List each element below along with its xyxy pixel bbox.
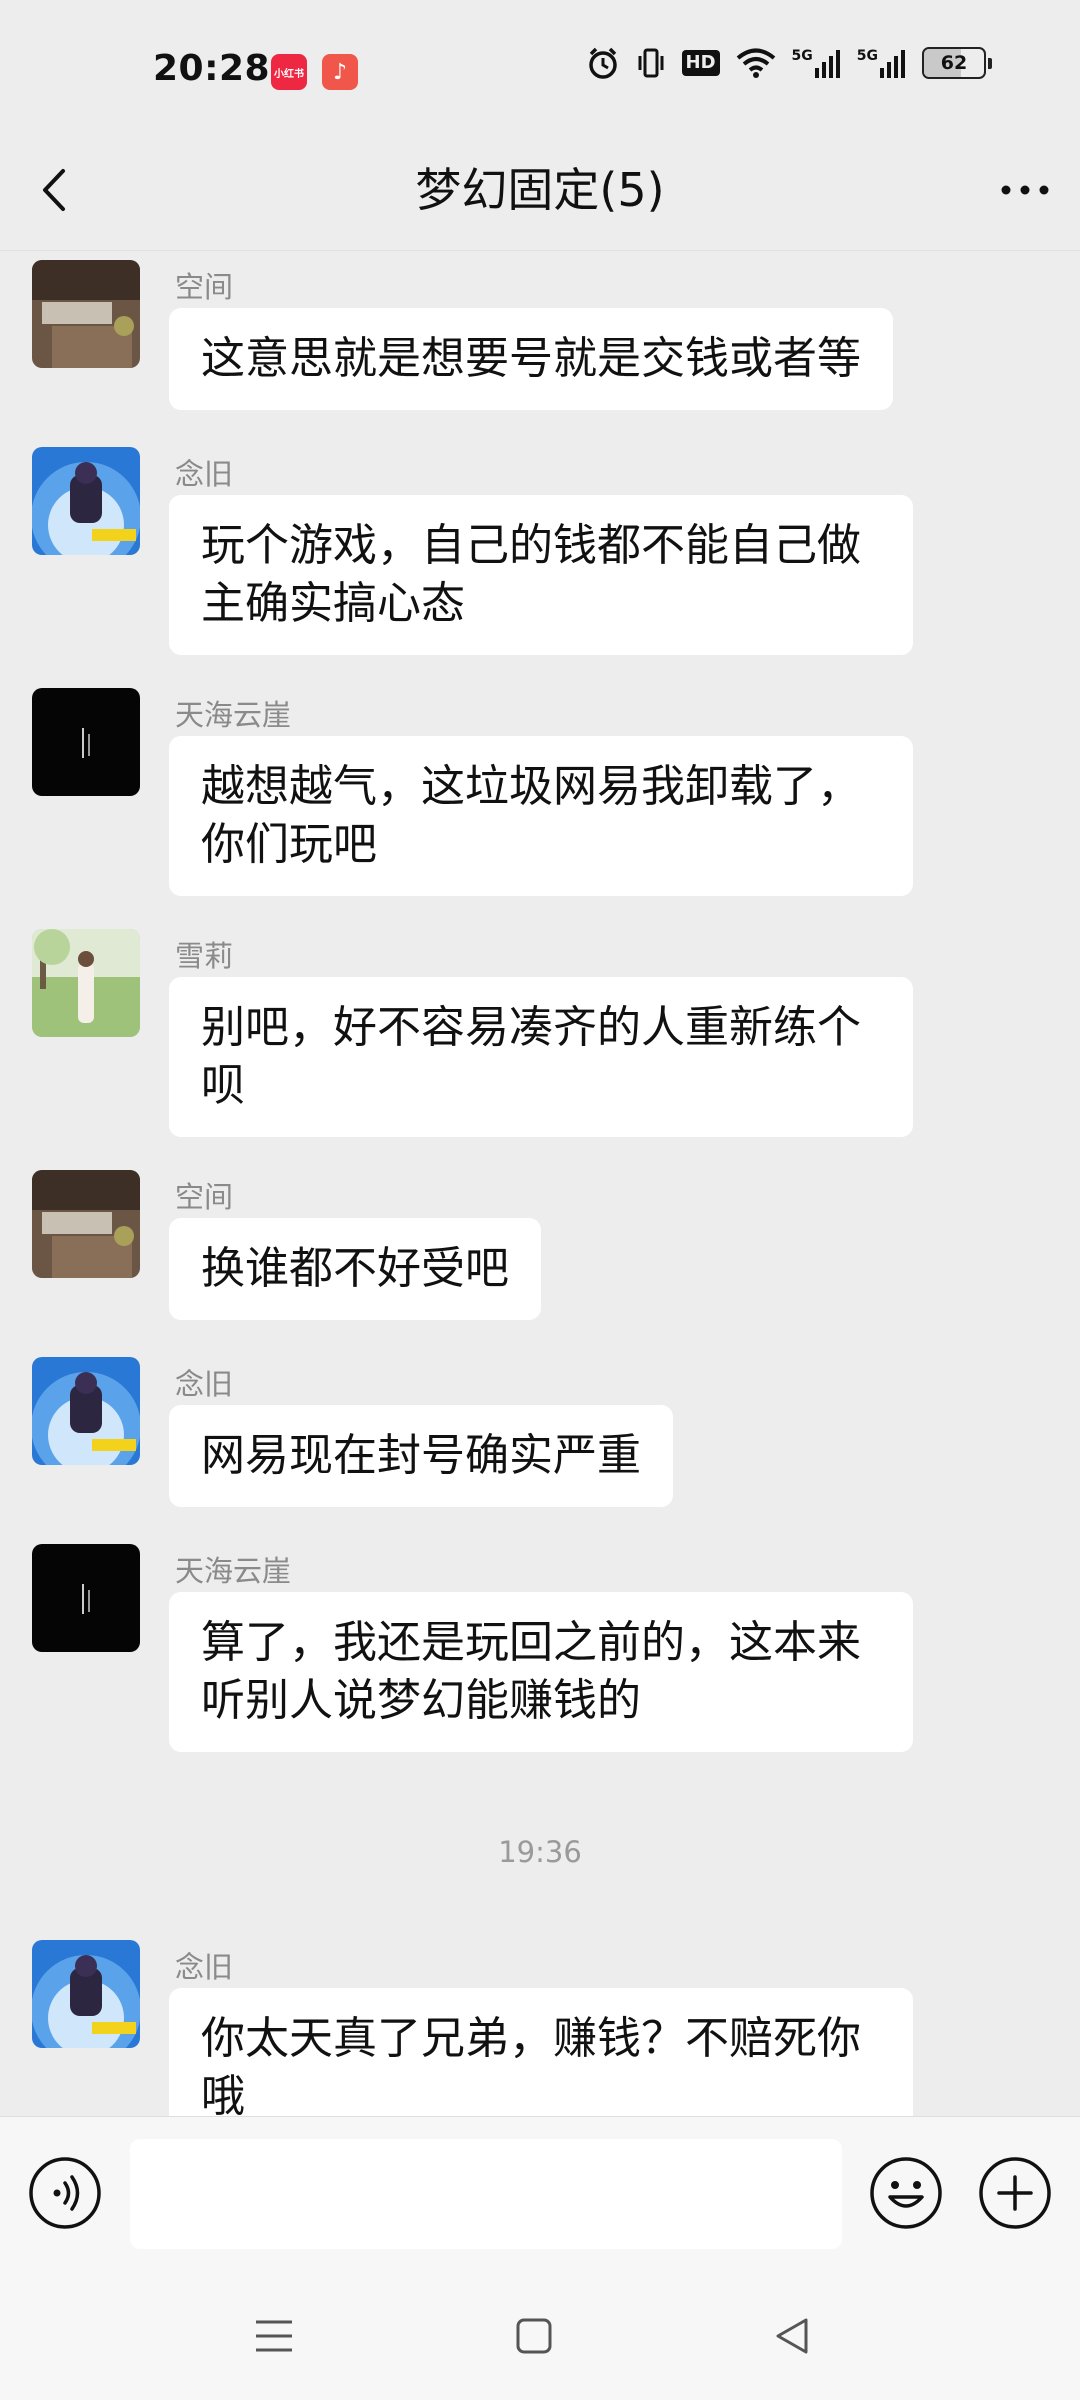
home-button[interactable] <box>494 2296 574 2376</box>
more-dots-icon <box>1001 185 1049 195</box>
status-time: 20:28 <box>153 48 271 89</box>
sender-name: 空间 <box>175 1180 234 1214</box>
avatar[interactable] <box>32 1544 140 1652</box>
sender-name: 空间 <box>175 270 234 304</box>
wifi-icon <box>736 48 775 78</box>
xiaohongshu-app-icon: 小红书 <box>271 54 307 90</box>
system-back-button[interactable] <box>752 2296 832 2376</box>
chat-header: 梦幻固定(5) <box>0 130 1080 251</box>
message-bubble[interactable]: 这意思就是想要号就是交钱或者等 <box>169 308 893 410</box>
message-bubble[interactable]: 换谁都不好受吧 <box>169 1218 541 1320</box>
status-bar: 20:28 小红书 ♪ HD 5G 5G 62 <box>0 0 1080 130</box>
smiley-icon <box>870 2157 942 2229</box>
sender-name: 念旧 <box>175 1367 234 1401</box>
avatar[interactable] <box>32 1357 140 1465</box>
more-functions-button[interactable] <box>977 2155 1053 2231</box>
avatar[interactable] <box>32 688 140 796</box>
avatar[interactable] <box>32 1170 140 1278</box>
back-triangle-icon <box>776 2318 808 2354</box>
emoji-button[interactable] <box>868 2155 944 2231</box>
more-options-button[interactable] <box>990 155 1060 225</box>
status-icons: HD 5G 5G 62 <box>586 46 992 80</box>
network-type-label: 5G <box>791 48 813 64</box>
sender-name: 天海云崖 <box>175 698 292 732</box>
hd-voice-icon: HD <box>681 50 720 76</box>
avatar[interactable] <box>32 929 140 1037</box>
message-bubble[interactable]: 网易现在封号确实严重 <box>169 1405 673 1507</box>
input-bar <box>0 2116 1080 2273</box>
system-nav-bar <box>0 2272 1080 2400</box>
message-bubble[interactable]: 你太天真了兄弟，赚钱？不赔死你哦 <box>169 1988 913 2116</box>
sender-name: 念旧 <box>175 457 234 491</box>
sender-name: 天海云崖 <box>175 1554 292 1588</box>
voice-input-button[interactable] <box>27 2155 103 2231</box>
signal-1: 5G <box>792 48 841 78</box>
recent-apps-button[interactable] <box>234 2296 314 2376</box>
plus-icon <box>979 2157 1051 2229</box>
time-divider: 19:36 <box>498 1835 582 1869</box>
avatar[interactable] <box>32 260 140 368</box>
battery-indicator: 62 <box>922 47 992 79</box>
signal-bars-icon <box>814 50 840 78</box>
chat-title: 梦幻固定(5) <box>415 163 665 217</box>
sender-name: 雪莉 <box>175 939 234 973</box>
network-type-label: 5G <box>856 48 878 64</box>
message-bubble[interactable]: 玩个游戏，自己的钱都不能自己做主确实搞心态 <box>169 495 913 655</box>
sender-name: 念旧 <box>175 1950 234 1984</box>
menu-icon <box>256 2320 292 2352</box>
home-square-icon <box>516 2318 552 2354</box>
vibrate-icon <box>638 48 664 78</box>
alarm-icon <box>588 47 617 79</box>
battery-percent: 62 <box>940 52 968 74</box>
voice-icon <box>29 2157 101 2229</box>
avatar[interactable] <box>32 1940 140 2048</box>
message-bubble[interactable]: 算了，我还是玩回之前的，这本来听别人说梦幻能赚钱的 <box>169 1592 913 1752</box>
message-bubble[interactable]: 别吧，好不容易凑齐的人重新练个呗 <box>169 977 913 1137</box>
message-input[interactable] <box>130 2139 842 2249</box>
signal-2: 5G <box>857 48 906 78</box>
avatar[interactable] <box>32 447 140 555</box>
signal-bars-icon <box>880 50 905 78</box>
message-list[interactable]: 空间 这意思就是想要号就是交钱或者等 念旧 玩个游戏，自己的钱都不能自己做主确实… <box>0 250 1080 2116</box>
message-bubble[interactable]: 越想越气，这垃圾网易我卸载了，你们玩吧 <box>169 736 913 896</box>
music-app-icon: ♪ <box>322 54 358 90</box>
